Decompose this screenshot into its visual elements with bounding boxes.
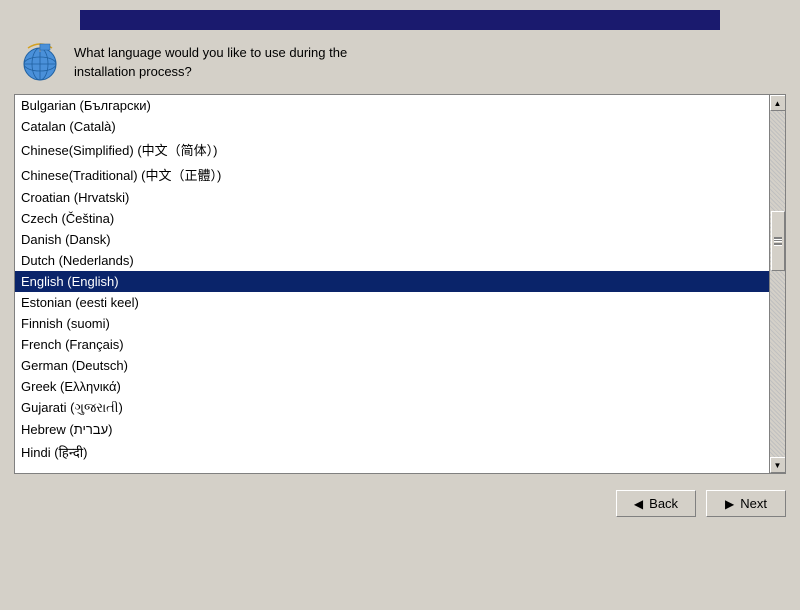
- list-item[interactable]: Greek (Ελληνικά): [15, 376, 769, 397]
- list-item[interactable]: Catalan (Català): [15, 116, 769, 137]
- list-item[interactable]: Hebrew (עברית): [15, 419, 769, 440]
- list-item[interactable]: Estonian (eesti keel): [15, 292, 769, 313]
- scrollbar-grip: [774, 240, 782, 242]
- list-item[interactable]: Bulgarian (Български): [15, 95, 769, 116]
- list-item[interactable]: Chinese(Simplified) (中文（简体）): [15, 137, 769, 162]
- back-icon: ◀: [634, 497, 643, 511]
- next-icon: ▶: [725, 497, 734, 511]
- list-item[interactable]: Gujarati (ગુજરાતી): [15, 397, 769, 419]
- next-button[interactable]: ▶ Next: [706, 490, 786, 517]
- list-item[interactable]: Danish (Dansk): [15, 229, 769, 250]
- next-label: Next: [740, 496, 767, 511]
- back-label: Back: [649, 496, 678, 511]
- header-question: What language would you like to use duri…: [74, 43, 347, 82]
- list-item[interactable]: Croatian (Hrvatski): [15, 187, 769, 208]
- list-item[interactable]: Hindi (हिन्दी): [15, 440, 769, 464]
- scrollbar-down-button[interactable]: ▼: [770, 457, 786, 473]
- list-item[interactable]: French (Français): [15, 334, 769, 355]
- language-list-container: Bulgarian (Български)Catalan (Català)Chi…: [14, 94, 786, 474]
- globe-icon: [20, 42, 60, 82]
- scrollbar-track[interactable]: ▲ ▼: [769, 95, 785, 473]
- scrollbar-up-button[interactable]: ▲: [770, 95, 786, 111]
- scrollbar-thumb-area[interactable]: [770, 111, 785, 457]
- scrollbar-thumb[interactable]: [771, 211, 785, 271]
- top-banner: [80, 10, 720, 30]
- header-section: What language would you like to use duri…: [0, 30, 800, 94]
- list-item[interactable]: English (English): [15, 271, 769, 292]
- button-row: ◀ Back ▶ Next: [0, 474, 800, 527]
- language-list[interactable]: Bulgarian (Български)Catalan (Català)Chi…: [15, 95, 769, 473]
- list-item[interactable]: Finnish (suomi): [15, 313, 769, 334]
- list-item[interactable]: Chinese(Traditional) (中文（正體）): [15, 162, 769, 187]
- list-item[interactable]: Dutch (Nederlands): [15, 250, 769, 271]
- list-item[interactable]: Czech (Čeština): [15, 208, 769, 229]
- list-item[interactable]: German (Deutsch): [15, 355, 769, 376]
- back-button[interactable]: ◀ Back: [616, 490, 696, 517]
